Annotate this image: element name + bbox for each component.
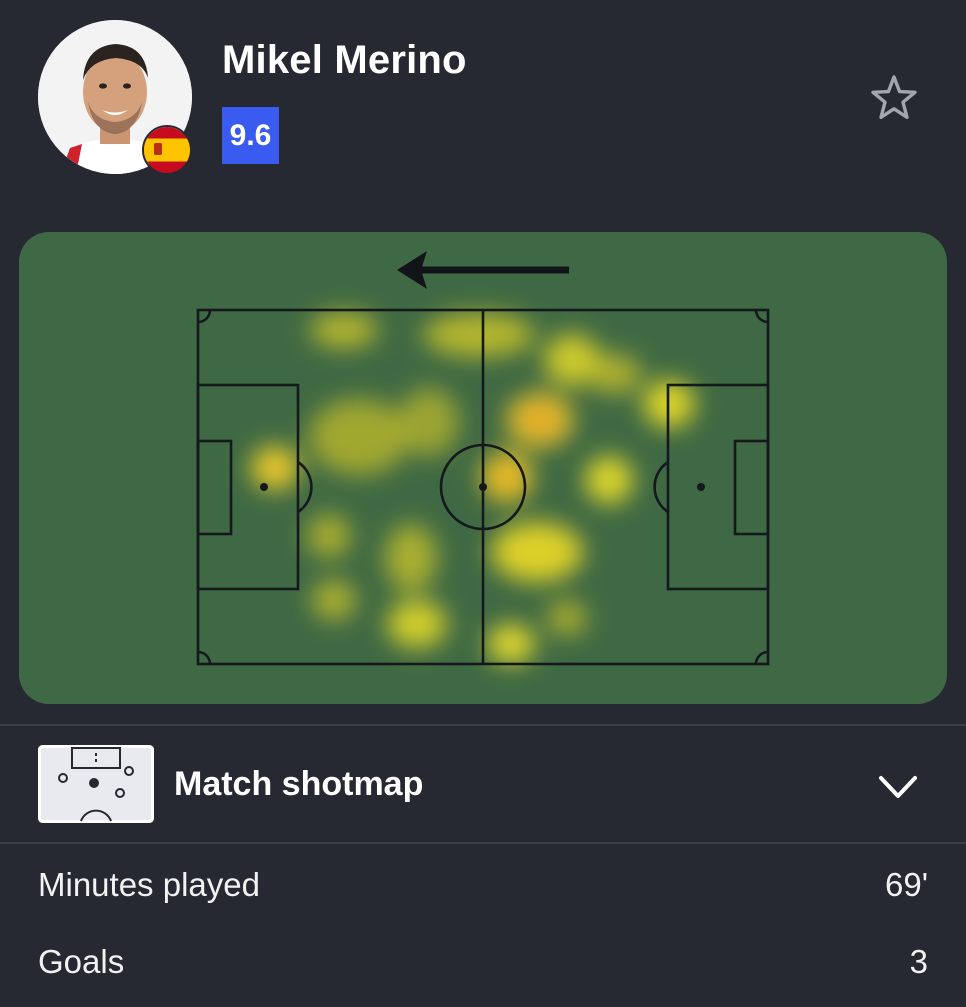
stat-label: Minutes played — [38, 866, 260, 903]
match-shotmap-label: Match shotmap — [174, 765, 424, 803]
stat-value: 69' — [884, 866, 928, 903]
heatmap-card — [19, 232, 947, 704]
shotmap-icon — [38, 745, 154, 823]
stat-label: Goals — [38, 943, 125, 980]
stat-value: 3 — [909, 943, 928, 980]
heatmap-pitch — [196, 251, 770, 666]
divider — [0, 842, 966, 844]
player-name: Mikel Merino — [222, 38, 467, 82]
spain-flag-icon — [142, 125, 192, 175]
favorite-star-icon[interactable] — [866, 70, 922, 126]
chevron-down-icon[interactable] — [876, 768, 920, 808]
rating-badge: 9.6 — [222, 107, 279, 164]
heat-layer — [251, 312, 695, 664]
stat-row-minutes: Minutes played 69' — [0, 860, 966, 930]
divider — [0, 724, 966, 726]
stat-row-goals: Goals 3 — [0, 937, 966, 1007]
player-header: Mikel Merino 9.6 — [0, 0, 966, 210]
attack-direction-arrow-icon — [397, 251, 569, 289]
